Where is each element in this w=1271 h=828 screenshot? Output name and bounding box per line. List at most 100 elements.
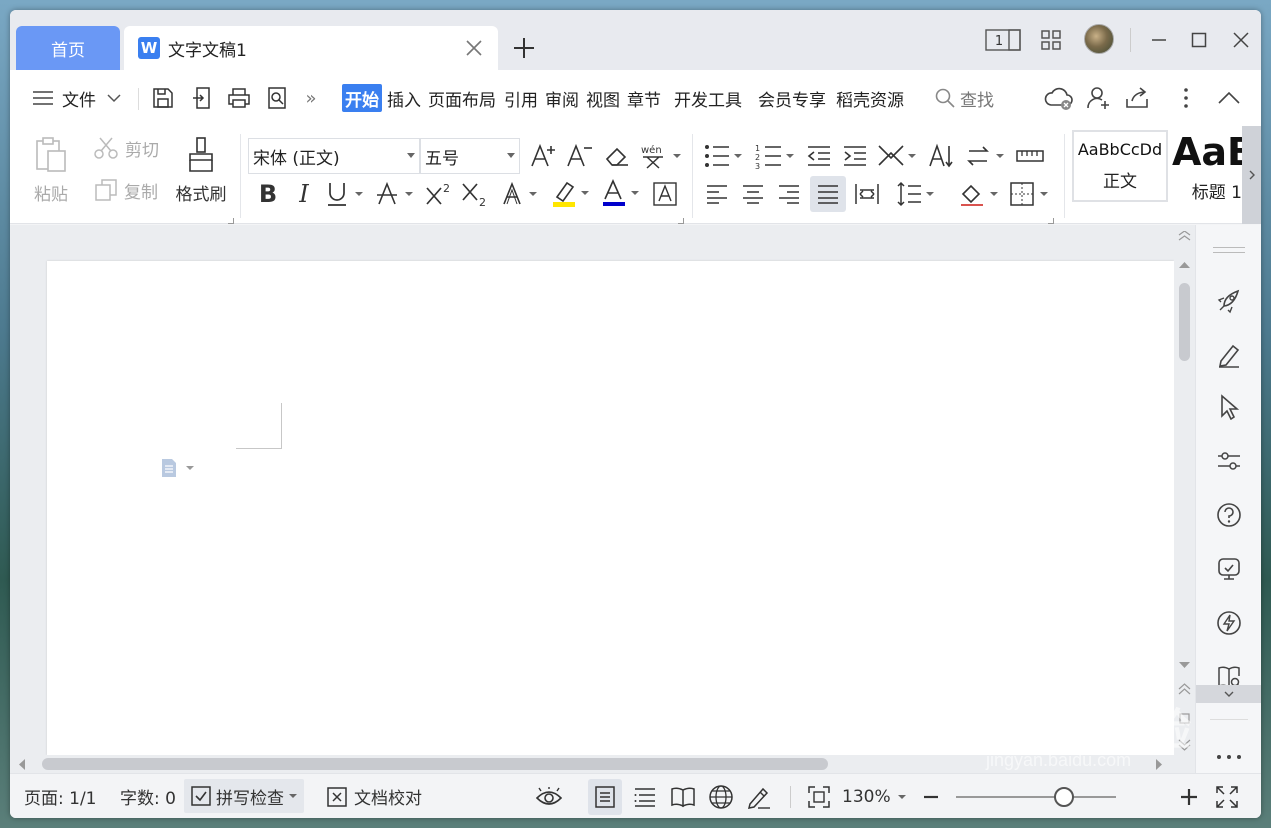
word-count[interactable]: 字数: 0	[120, 774, 176, 818]
increase-indent-button[interactable]	[840, 140, 870, 172]
menu-tab-member[interactable]: 会员专享	[758, 84, 826, 112]
file-menu[interactable]: 文件	[32, 84, 122, 112]
vertical-scrollbar[interactable]	[1174, 225, 1195, 755]
fit-page-button[interactable]	[804, 782, 834, 812]
sidebar-edit-button[interactable]	[1213, 339, 1245, 371]
italic-button[interactable]: I	[290, 178, 318, 210]
borders-button[interactable]	[1008, 178, 1052, 210]
outline-view-button[interactable]	[630, 782, 660, 812]
copy-button[interactable]: 复制	[90, 176, 162, 204]
chinese-layout-button[interactable]	[876, 140, 920, 172]
phonetic-guide-button[interactable]: wén	[638, 140, 684, 172]
menu-tab-references[interactable]: 引用	[504, 84, 538, 112]
page-view-button[interactable]	[588, 779, 622, 815]
style-normal[interactable]: AaBbCcDd 正文	[1072, 130, 1168, 202]
sidebar-select-button[interactable]	[1213, 391, 1245, 423]
show-marks-button[interactable]	[1014, 140, 1046, 172]
zoom-out-button[interactable]	[918, 782, 944, 812]
zoom-in-button[interactable]	[1176, 782, 1202, 812]
text-effect-button[interactable]	[500, 178, 542, 210]
sidebar-expand-button[interactable]	[1196, 685, 1261, 703]
font-color-button[interactable]	[600, 178, 644, 210]
print-preview-button[interactable]	[262, 84, 292, 112]
sidebar-quick-button[interactable]	[1213, 607, 1245, 639]
grow-font-button[interactable]	[528, 140, 558, 172]
line-spacing-button[interactable]	[894, 178, 938, 210]
justify-button[interactable]	[810, 176, 846, 212]
sort-button[interactable]	[964, 140, 1008, 172]
write-mode-button[interactable]	[744, 782, 774, 812]
clipboard-dialog-launcher[interactable]	[228, 218, 234, 224]
vertical-scroll-thumb[interactable]	[1179, 283, 1190, 361]
page-indicator[interactable]: 页面: 1/1	[24, 774, 97, 818]
proofread-button[interactable]: 文档校对	[326, 774, 422, 818]
shading-button[interactable]	[958, 178, 1002, 210]
bold-button[interactable]: B	[254, 178, 282, 210]
subscript-button[interactable]: 2	[460, 178, 490, 210]
maximize-button[interactable]	[1184, 24, 1214, 56]
strikethrough-button[interactable]	[374, 178, 416, 210]
align-left-button[interactable]	[702, 178, 732, 210]
text-direction-button[interactable]	[926, 140, 956, 172]
print-button[interactable]	[224, 84, 254, 112]
menu-tab-review[interactable]: 审阅	[545, 84, 579, 112]
menu-tab-developer[interactable]: 开发工具	[674, 84, 742, 112]
sidebar-more-button[interactable]	[1213, 741, 1245, 773]
search-box[interactable]: 查找	[934, 84, 994, 112]
tab-home[interactable]: 首页	[16, 26, 120, 70]
zoom-slider-track[interactable]	[956, 796, 1116, 798]
collapse-ribbon-button[interactable]	[1214, 82, 1244, 114]
horizontal-scroll-thumb[interactable]	[42, 758, 828, 770]
menu-tab-chapter[interactable]: 章节	[627, 84, 661, 112]
menu-tab-view[interactable]: 视图	[586, 84, 620, 112]
menu-tab-page-layout[interactable]: 页面布局	[428, 84, 496, 112]
save-button[interactable]	[148, 84, 178, 112]
close-window-button[interactable]	[1226, 24, 1256, 56]
cloud-sync-button[interactable]	[1042, 82, 1076, 114]
character-border-button[interactable]	[650, 178, 680, 210]
close-tab-icon[interactable]	[464, 38, 484, 58]
align-right-button[interactable]	[774, 178, 804, 210]
more-quick-actions-icon[interactable]: »	[300, 84, 322, 112]
superscript-button[interactable]: 2	[424, 178, 454, 210]
bullet-list-button[interactable]	[702, 140, 746, 172]
export-pdf-button[interactable]	[188, 84, 218, 112]
menu-tab-docer[interactable]: 稻壳资源	[836, 84, 904, 112]
sidebar-backup-button[interactable]	[1213, 553, 1245, 585]
window-layout-button[interactable]: 1	[984, 24, 1024, 56]
eye-protection-button[interactable]	[534, 782, 564, 812]
highlight-button[interactable]	[550, 178, 594, 210]
font-dialog-launcher[interactable]	[678, 218, 684, 224]
paste-button[interactable]: 粘贴	[26, 130, 76, 210]
document-page[interactable]	[47, 261, 1174, 755]
font-name-select[interactable]: 宋体 (正文)	[248, 138, 420, 174]
sidebar-rocket-button[interactable]	[1213, 285, 1245, 317]
new-tab-icon[interactable]	[510, 34, 538, 62]
minimize-button[interactable]	[1144, 24, 1174, 56]
decrease-indent-button[interactable]	[804, 140, 834, 172]
underline-button[interactable]	[324, 178, 366, 210]
sidebar-settings-button[interactable]	[1213, 445, 1245, 477]
menu-tab-home[interactable]: 开始	[342, 84, 382, 112]
share-button[interactable]	[1122, 82, 1152, 114]
more-options-button[interactable]	[1174, 82, 1198, 114]
styles-scroll-right-button[interactable]	[1242, 126, 1261, 224]
web-view-button[interactable]	[706, 782, 736, 812]
clear-format-button[interactable]	[602, 140, 632, 172]
zoom-slider-knob[interactable]	[1054, 787, 1074, 807]
sidebar-help-button[interactable]	[1213, 499, 1245, 531]
fullscreen-button[interactable]	[1212, 782, 1242, 812]
paragraph-options-button[interactable]	[159, 457, 199, 479]
zoom-level-select[interactable]: 130%	[842, 774, 907, 818]
menu-tab-insert[interactable]: 插入	[387, 84, 421, 112]
spell-check-button[interactable]: 拼写检查	[184, 779, 304, 813]
align-center-button[interactable]	[738, 178, 768, 210]
numbered-list-button[interactable]: 123	[754, 140, 798, 172]
format-painter-button[interactable]: 格式刷	[170, 130, 232, 210]
paragraph-dialog-launcher[interactable]	[1048, 218, 1054, 224]
apps-grid-button[interactable]	[1038, 24, 1064, 56]
shrink-font-button[interactable]	[564, 140, 594, 172]
reading-view-button[interactable]	[668, 782, 698, 812]
tab-document[interactable]: W 文字文稿1	[124, 26, 498, 70]
style-heading-1[interactable]: AaB 标题 1	[1172, 130, 1242, 202]
